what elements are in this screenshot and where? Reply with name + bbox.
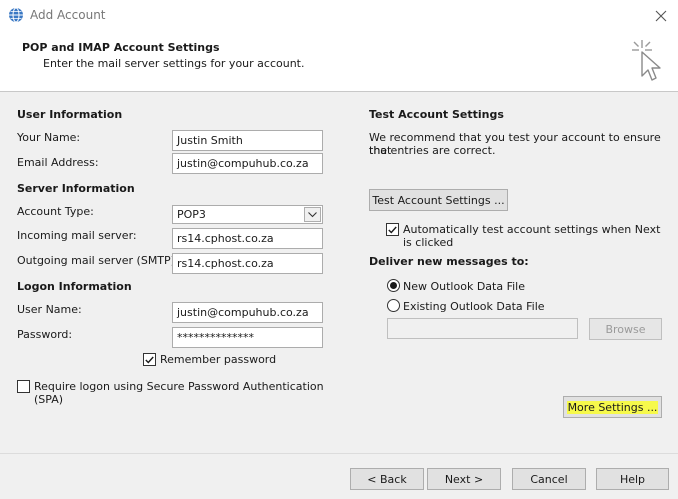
browse-button[interactable]: Browse — [589, 318, 662, 340]
account-type-select[interactable]: POP3 — [172, 205, 323, 224]
user-info-heading: User Information — [17, 108, 123, 121]
deliver-messages-heading: Deliver new messages to: — [369, 255, 529, 268]
chevron-down-icon — [308, 211, 317, 217]
password-input[interactable]: ************** — [172, 327, 323, 348]
spa-checkbox[interactable] — [17, 380, 30, 393]
window-title: Add Account — [30, 8, 106, 22]
dialog-header: POP and IMAP Account Settings Enter the … — [0, 32, 678, 92]
your-name-input[interactable]: Justin Smith — [172, 130, 323, 151]
email-address-input[interactable]: justin@compuhub.co.za — [172, 153, 323, 174]
password-label: Password: — [17, 328, 73, 341]
radio-selected-dot — [390, 282, 397, 289]
close-icon — [655, 10, 667, 22]
dropdown-arrow[interactable] — [304, 207, 321, 222]
auto-test-checkbox[interactable] — [386, 223, 399, 236]
new-data-file-label: New Outlook Data File — [403, 280, 525, 293]
incoming-server-label: Incoming mail server: — [17, 229, 137, 242]
outlook-globe-icon — [9, 7, 23, 23]
email-address-label: Email Address: — [17, 156, 99, 169]
page-subtitle: Enter the mail server settings for your … — [43, 57, 305, 70]
test-account-settings-button[interactable]: Test Account Settings ... — [369, 189, 508, 211]
test-settings-heading: Test Account Settings — [369, 108, 504, 121]
checkmark-icon — [388, 226, 397, 234]
outgoing-server-input[interactable]: rs14.cphost.co.za — [172, 253, 323, 274]
checkmark-icon — [145, 356, 154, 364]
existing-data-file-label: Existing Outlook Data File — [403, 300, 545, 313]
account-type-value: POP3 — [177, 208, 206, 221]
existing-data-file-radio[interactable] — [387, 299, 400, 312]
cancel-button[interactable]: Cancel — [512, 468, 586, 490]
data-file-path-input[interactable] — [387, 318, 578, 339]
remember-password-label: Remember password — [160, 353, 277, 366]
remember-password-checkbox[interactable] — [143, 353, 156, 366]
spa-label-line1: Require logon using Secure Password Auth… — [34, 380, 324, 393]
user-name-label: User Name: — [17, 303, 82, 316]
account-type-label: Account Type: — [17, 205, 94, 218]
your-name-label: Your Name: — [17, 131, 81, 144]
outgoing-server-label: Outgoing mail server (SMTP): — [17, 254, 179, 267]
auto-test-label-line1: Automatically test account settings when… — [403, 223, 661, 236]
incoming-server-input[interactable]: rs14.cphost.co.za — [172, 228, 323, 249]
auto-test-label-line2: is clicked — [403, 236, 454, 249]
help-button[interactable]: Help — [596, 468, 669, 490]
next-button[interactable]: Next > — [427, 468, 501, 490]
click-cursor-icon — [632, 40, 661, 81]
title-bar: Add Account — [0, 0, 678, 32]
server-info-heading: Server Information — [17, 182, 135, 195]
page-title: POP and IMAP Account Settings — [22, 41, 220, 54]
close-button[interactable] — [644, 0, 678, 32]
test-settings-desc-line2: the entries are correct. — [369, 144, 496, 157]
logon-info-heading: Logon Information — [17, 280, 132, 293]
more-settings-label: More Settings ... — [566, 400, 659, 414]
spa-label-line2: (SPA) — [34, 393, 64, 406]
back-button[interactable]: < Back — [350, 468, 424, 490]
more-settings-button[interactable]: More Settings ... — [563, 396, 662, 418]
footer-divider — [0, 453, 678, 454]
user-name-input[interactable]: justin@compuhub.co.za — [172, 302, 323, 323]
new-data-file-radio[interactable] — [387, 279, 400, 292]
